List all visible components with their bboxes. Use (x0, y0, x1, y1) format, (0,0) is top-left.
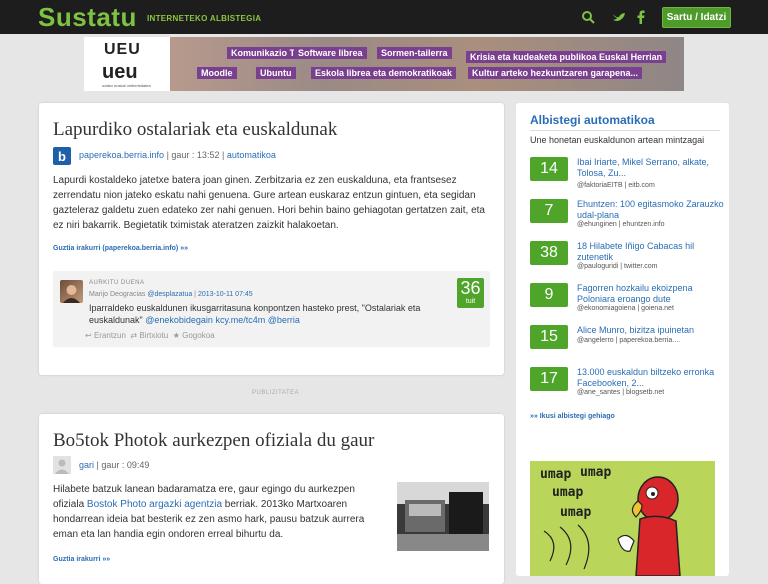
more-news-link[interactable]: »» Ikusi albistegi gehiago (530, 413, 615, 420)
post-body: Hilabete batzuk lanean badaramatza ere, … (53, 482, 383, 542)
tweet-count: 36 (460, 278, 481, 298)
tweet-handle[interactable]: @desplazatua (147, 291, 192, 298)
news-title[interactable]: Fagorren hozkailu ekoizpena Poloniara er… (577, 283, 727, 305)
site-logo[interactable]: Sustatu (38, 2, 137, 33)
sidebar-title[interactable]: Albistegi automatikoa (530, 113, 655, 127)
news-item[interactable]: 38 18 Hilabete Iñigo Cabacas hil zutenet… (530, 241, 720, 275)
tweet-text: Iparraldeko euskaldunen ikusgarritasuna … (89, 302, 454, 326)
banner-tag[interactable]: Sormen-tailerra (377, 47, 452, 59)
news-source[interactable]: @pauloguridi | twitter.com (577, 263, 658, 270)
news-item[interactable]: 15 Alice Munro, bizitza ipuinetan @angel… (530, 325, 720, 359)
login-button[interactable]: Sartu / Idatzi (662, 7, 731, 28)
news-count: 38 (530, 241, 568, 265)
sidebar-subtitle: Une honetan euskaldunon artean mintzagai (530, 135, 705, 145)
facebook-icon[interactable] (634, 10, 648, 24)
tweet-count-badge[interactable]: 36 tuit (457, 278, 484, 308)
news-title[interactable]: Ibai Iriarte, Mikel Serrano, alkate, Tol… (577, 157, 727, 179)
banner-tag[interactable]: Moodle (197, 67, 237, 79)
banner-tag[interactable]: Software librea (294, 47, 367, 59)
news-source[interactable]: @ane_santes | blogsetb.net (577, 389, 664, 396)
news-source[interactable]: @ekonomiagoiena | goiena.net (577, 305, 674, 312)
ueu-logo-name: ueu (102, 61, 138, 83)
post-author-link[interactable]: gari (79, 460, 94, 470)
top-bar: Sustatu INTERNETEKO ALBISTEGIA Sartu / I… (0, 0, 768, 34)
news-title[interactable]: Alice Munro, bizitza ipuinetan (577, 325, 727, 336)
news-title[interactable]: 18 Hilabete Iñigo Cabacas hil zutenetik (577, 241, 727, 263)
news-item[interactable]: 7 Ehuntzen: 100 egitasmoko Zarauzko udal… (530, 199, 724, 233)
news-title[interactable]: 13.000 euskaldun biltzeko erronka Facebo… (577, 367, 727, 389)
ueu-logo-mark: UEU (104, 41, 141, 58)
retweet-action[interactable]: Birtxiotu (139, 331, 168, 340)
retweet-icon[interactable]: ⇄ (130, 331, 137, 340)
favorite-action[interactable]: Gogokoa (182, 331, 214, 340)
post-meta: paperekoa.berria.info | gaur : 13:52 | a… (79, 150, 276, 160)
news-source[interactable]: @faktoriaEITB | eitb.com (577, 182, 655, 189)
news-count: 9 (530, 283, 568, 307)
post-time: | gaur : 13:52 | (166, 150, 225, 160)
tweet-heading: AURKITU DUENA (89, 280, 145, 286)
ad-label: PUBLIZITATEA (252, 390, 300, 396)
banner-photo (170, 37, 684, 91)
banner-tag[interactable]: Krisia eta kudeaketa publikoa Euskal Her… (466, 51, 667, 63)
avatar[interactable] (60, 280, 83, 303)
reply-icon[interactable]: ↩ (85, 331, 92, 340)
news-count: 7 (530, 199, 568, 223)
news-title[interactable]: Ehuntzen: 100 egitasmoko Zarauzko udal-p… (577, 199, 727, 221)
svg-text:b: b (58, 149, 66, 164)
ad-banner[interactable]: UEU ueu udako euskal unibertsitatea Komu… (84, 37, 684, 91)
news-count: 14 (530, 157, 568, 181)
favorite-icon[interactable]: ★ (173, 331, 180, 340)
reply-action[interactable]: Erantzun (94, 331, 126, 340)
post-time: | gaur : 09:49 (96, 460, 150, 470)
tweet-actions: ↩ Erantzun ⇄ Birtxiotu ★ Gogokoa (85, 331, 215, 340)
post-card: Lapurdiko ostalariak eta euskaldunak b p… (39, 103, 504, 375)
post-title[interactable]: Lapurdiko ostalariak eta euskaldunak (53, 119, 337, 141)
sidebar-divider (530, 130, 720, 131)
post-title[interactable]: Bo5tok Photok aurkezpen ofiziala du gaur (53, 430, 374, 452)
read-more-link[interactable]: Guztia irakurri (paperekoa.berria.info) … (53, 245, 188, 252)
post-meta: gari | gaur : 09:49 (79, 460, 149, 470)
news-source[interactable]: @ehunginen | ehuntzen.info (577, 221, 665, 228)
news-count: 15 (530, 325, 568, 349)
ueu-logo: UEU ueu udako euskal unibertsitatea (84, 37, 170, 91)
cartoon-image[interactable]: umap umap umap umap (530, 461, 715, 576)
post-body-link[interactable]: Bostok Photo argazki agentzia (87, 499, 222, 510)
berria-source-icon: b (53, 147, 71, 165)
tweet-date[interactable]: 2013-10-11 07:45 (198, 291, 253, 298)
post-card: Bo5tok Photok aurkezpen ofiziala du gaur… (39, 414, 504, 584)
banner-tag[interactable]: Kultur arteko hezkuntzaren garapena... (468, 67, 643, 79)
news-count: 17 (530, 367, 568, 391)
sidebar: Albistegi automatikoa Une honetan euskal… (516, 103, 729, 576)
ueu-logo-small: udako euskal unibertsitatea (102, 83, 151, 88)
read-more-link[interactable]: Guztia irakurri »» (53, 556, 110, 563)
tweet-box: AURKITU DUENA Marijo Deogracias @desplaz… (53, 271, 490, 347)
parrot-drawing-icon (543, 476, 681, 576)
tweet-author[interactable]: Marijo Deogracias (89, 291, 145, 298)
twitter-icon[interactable] (612, 10, 626, 24)
news-item[interactable]: 14 Ibai Iriarte, Mikel Serrano, alkate, … (530, 157, 720, 191)
post-source-link[interactable]: paperekoa.berria.info (79, 150, 164, 160)
banner-tag[interactable]: Ubuntu (256, 67, 296, 79)
banner-tag[interactable]: Eskola librea eta demokratikoak (311, 67, 457, 79)
news-item[interactable]: 17 13.000 euskaldun biltzeko erronka Fac… (530, 367, 720, 401)
user-placeholder-icon (53, 456, 71, 474)
post-category-link[interactable]: automatikoa (227, 150, 276, 160)
avatar-face-icon (63, 285, 80, 303)
post-body: Lapurdi kostaldeko jatetxe batera joan g… (53, 175, 485, 231)
post-thumbnail[interactable] (397, 482, 489, 551)
site-tagline: INTERNETEKO ALBISTEGIA (147, 14, 262, 23)
news-source[interactable]: @angelerro | paperekoa.berria.... (577, 337, 680, 344)
tweet-count-unit: tuit (465, 298, 476, 305)
tweet-author-line: Marijo Deogracias @desplazatua | 2013-10… (89, 291, 253, 298)
news-item[interactable]: 9 Fagorren hozkailu ekoizpena Poloniara … (530, 283, 720, 317)
tweet-links[interactable]: @enekobidegain kcy.me/tc4m @berria (145, 315, 300, 325)
search-icon[interactable] (581, 10, 595, 24)
